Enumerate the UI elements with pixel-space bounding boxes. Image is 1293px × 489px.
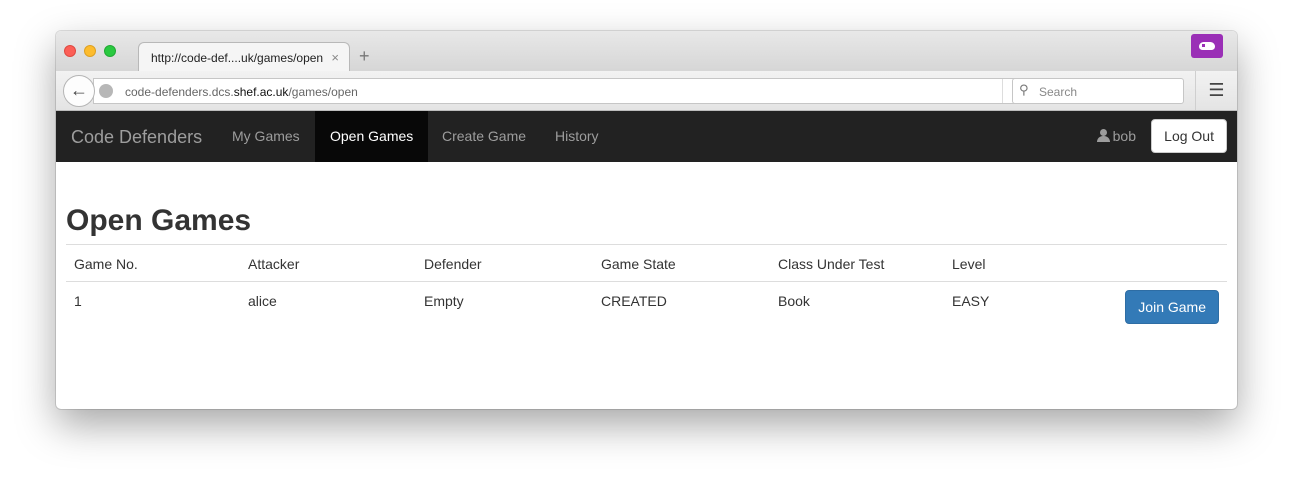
cell-action: Join Game: [1064, 282, 1227, 333]
close-window-button[interactable]: [64, 45, 76, 57]
header-attacker: Attacker: [240, 244, 416, 282]
cell-attacker: alice: [248, 293, 277, 309]
page-title: Open Games: [66, 204, 252, 237]
browser-tab[interactable]: http://code-def....uk/games/open ×: [138, 42, 350, 72]
table-header-row: Game No. Attacker Defender Game State Cl…: [66, 244, 1227, 282]
site-navbar: Code Defenders My Games Open Games Creat…: [56, 111, 1237, 162]
nav-history[interactable]: History: [540, 111, 614, 162]
hamburger-menu-icon[interactable]: ☰: [1195, 71, 1237, 110]
header-game-no: Game No.: [66, 244, 240, 282]
header-class-under-test: Class Under Test: [770, 244, 944, 282]
close-tab-icon[interactable]: ×: [331, 50, 339, 65]
header-defender: Defender: [416, 244, 593, 282]
main-content: Open Games Game No. Attacker Defender Ga…: [66, 162, 1227, 332]
user-menu[interactable]: bob: [1096, 111, 1136, 162]
tab-title: http://code-def....uk/games/open: [151, 51, 324, 65]
header-action: [1064, 244, 1227, 282]
minimize-window-button[interactable]: [84, 45, 96, 57]
globe-icon: [99, 84, 113, 98]
zoom-window-button[interactable]: [104, 45, 116, 57]
browser-search-input[interactable]: ⚲ Search: [1012, 78, 1184, 104]
address-bar[interactable]: code-defenders.dcs.shef.ac.uk/games/open…: [93, 78, 1033, 104]
nav-create-game[interactable]: Create Game: [427, 111, 541, 162]
table-row: 1 alice Empty CREATED Book EASY Join Gam…: [66, 282, 1227, 333]
username: bob: [1112, 128, 1136, 144]
open-games-table: Game No. Attacker Defender Game State Cl…: [66, 244, 1227, 332]
cell-defender: Empty: [424, 293, 464, 309]
join-game-button[interactable]: Join Game: [1125, 290, 1219, 324]
search-placeholder: Search: [1039, 85, 1078, 99]
cell-level: EASY: [952, 293, 990, 309]
header-game-state: Game State: [593, 244, 770, 282]
back-arrow-icon: ←: [70, 80, 88, 100]
cell-game-no: 1: [74, 293, 82, 309]
new-tab-icon[interactable]: +: [359, 47, 370, 65]
header-level: Level: [944, 244, 1064, 282]
browser-toolbar: code-defenders.dcs.shef.ac.uk/games/open…: [56, 71, 1237, 111]
cell-game-state: CREATED: [601, 293, 667, 309]
cell-class-under-test: Book: [778, 293, 810, 309]
user-icon: [1096, 129, 1110, 142]
url-text: code-defenders.dcs.shef.ac.uk/games/open: [125, 85, 358, 99]
browser-window: http://code-def....uk/games/open × + cod…: [56, 31, 1237, 409]
brand-link[interactable]: Code Defenders: [71, 127, 202, 148]
search-icon: ⚲: [1019, 82, 1029, 97]
nav-my-games[interactable]: My Games: [217, 111, 315, 162]
extension-mask-icon[interactable]: [1191, 34, 1223, 58]
nav-open-games[interactable]: Open Games: [315, 111, 429, 162]
back-button[interactable]: ←: [63, 75, 95, 107]
tab-strip: http://code-def....uk/games/open × +: [56, 31, 1237, 72]
logout-button[interactable]: Log Out: [1151, 119, 1227, 153]
